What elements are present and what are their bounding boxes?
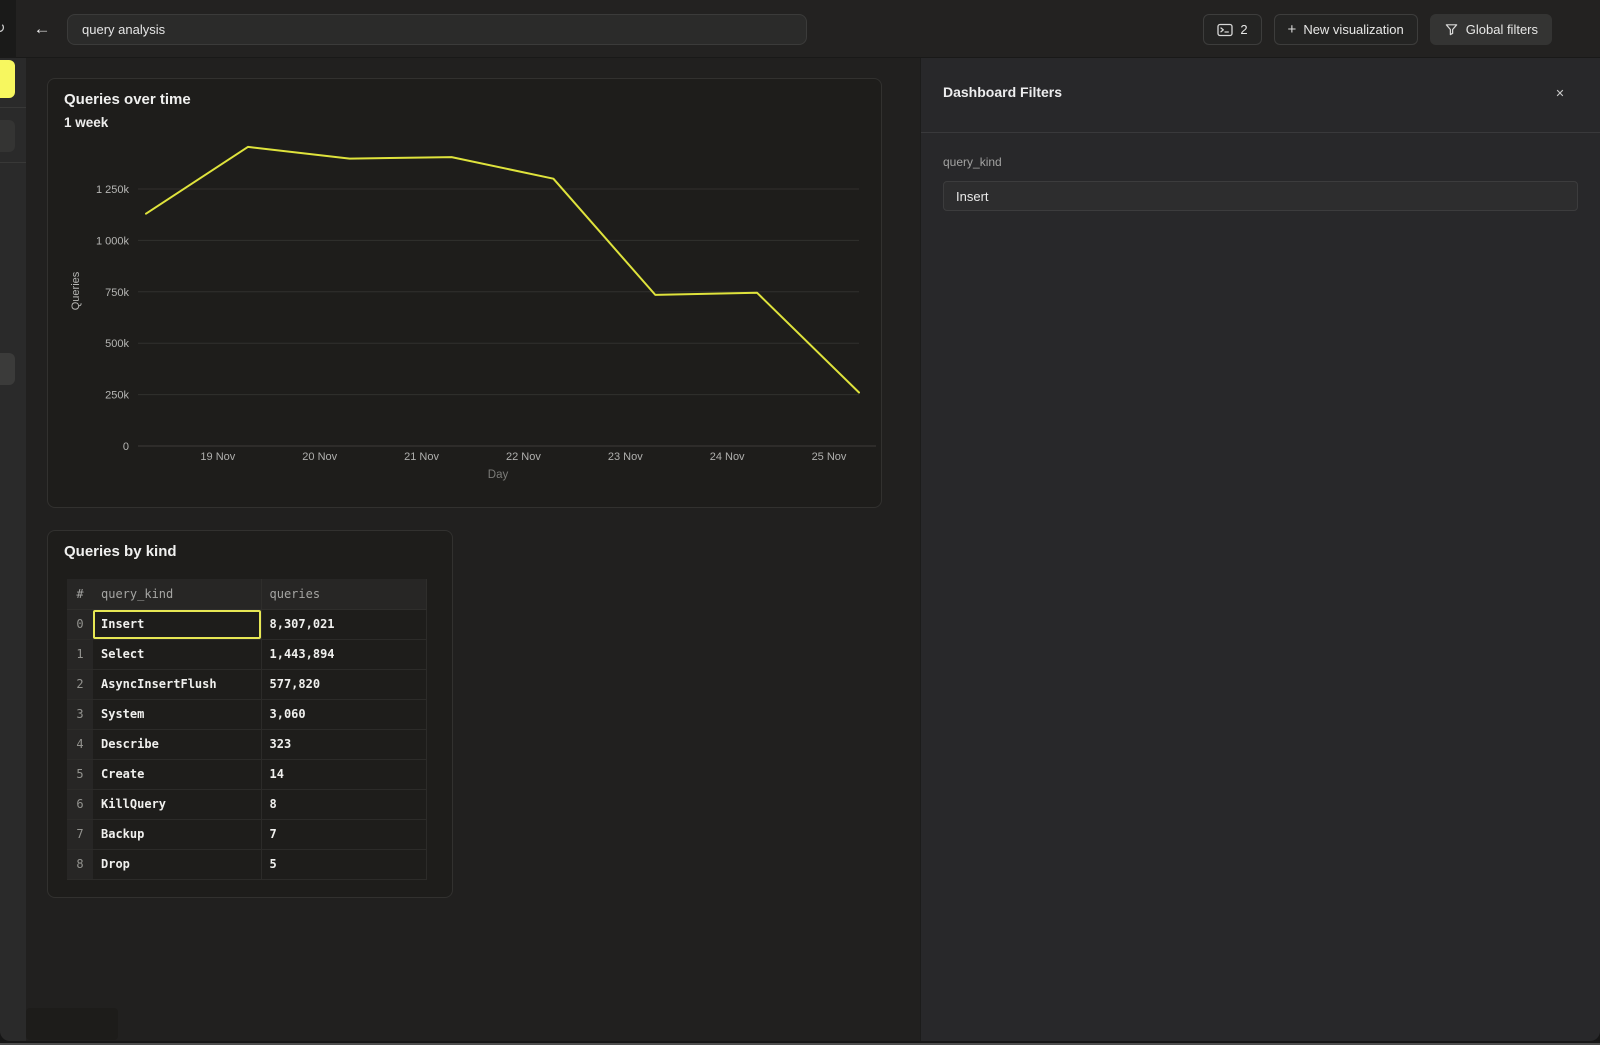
- x-tick-label: 24 Nov: [710, 451, 745, 463]
- query-kind-filter-input[interactable]: [943, 181, 1578, 211]
- query-kind-cell[interactable]: Create: [93, 759, 261, 789]
- table-title: Queries by kind: [64, 543, 177, 560]
- query-kind-cell[interactable]: Select: [93, 639, 261, 669]
- x-tick-label: 21 Nov: [404, 451, 439, 463]
- table-row: 5Create14: [67, 759, 426, 789]
- sidebar-item-3[interactable]: [0, 353, 15, 385]
- y-axis-label: Queries: [70, 271, 82, 310]
- x-tick-label: 20 Nov: [302, 451, 337, 463]
- sidebar-divider: [0, 162, 26, 163]
- top-bar: ↻ ← 2 + New visualization Global filters: [0, 0, 1600, 58]
- query-kind-cell[interactable]: Drop: [93, 849, 261, 879]
- column-header-query-kind: query_kind: [93, 579, 261, 609]
- x-tick-label: 23 Nov: [608, 451, 643, 463]
- row-index-cell: 3: [67, 699, 93, 729]
- column-header-queries: queries: [261, 579, 426, 609]
- queries-count-cell: 8: [261, 789, 426, 819]
- table-row: 6KillQuery8: [67, 789, 426, 819]
- sidebar-item-active[interactable]: [0, 60, 15, 98]
- global-filters-button[interactable]: Global filters: [1430, 14, 1552, 45]
- column-header-index: #: [67, 579, 93, 609]
- console-count-badge: 2: [1240, 22, 1247, 37]
- queries-count-cell: 3,060: [261, 699, 426, 729]
- x-tick-label: 25 Nov: [812, 451, 847, 463]
- queries-count-cell: 323: [261, 729, 426, 759]
- table-row: 4Describe323: [67, 729, 426, 759]
- row-index-cell: 8: [67, 849, 93, 879]
- query-kind-cell[interactable]: Backup: [93, 819, 261, 849]
- query-kind-cell[interactable]: Describe: [93, 729, 261, 759]
- new-visualization-label: New visualization: [1303, 22, 1403, 37]
- queries-series-line: [146, 147, 859, 393]
- row-index-cell: 7: [67, 819, 93, 849]
- global-filters-label: Global filters: [1466, 22, 1538, 37]
- table-row: 2AsyncInsertFlush577,820: [67, 669, 426, 699]
- queries-count-cell: 577,820: [261, 669, 426, 699]
- bottom-left-partial-panel: [26, 1008, 118, 1040]
- console-icon: [1217, 23, 1233, 37]
- funnel-icon: [1444, 22, 1459, 37]
- queries-count-cell: 1,443,894: [261, 639, 426, 669]
- row-index-cell: 5: [67, 759, 93, 789]
- queries-count-cell: 14: [261, 759, 426, 789]
- y-tick-label: 750k: [105, 287, 129, 299]
- left-notch: ↻: [0, 0, 16, 58]
- table-row: 0Insert8,307,021: [67, 609, 426, 639]
- new-visualization-button[interactable]: + New visualization: [1274, 14, 1418, 45]
- sidebar-divider: [0, 107, 26, 108]
- queries-line-chart: 0 250k 500k 750k 1 000k 1 250k 19 Nov 20 Nov 21 …: [48, 79, 881, 507]
- dashboard-title-input[interactable]: [67, 14, 807, 45]
- left-sidebar-strip: [0, 58, 26, 1041]
- y-tick-label: 500k: [105, 338, 129, 350]
- y-tick-label: 250k: [105, 390, 129, 402]
- filters-panel-title: Dashboard Filters: [943, 84, 1062, 100]
- dashboard-filters-panel: Dashboard Filters ✕ query_kind: [920, 58, 1600, 1041]
- panel-divider: [921, 132, 1600, 133]
- row-index-cell: 6: [67, 789, 93, 819]
- x-tick-label: 22 Nov: [506, 451, 541, 463]
- row-index-cell: 1: [67, 639, 93, 669]
- table-row: 8Drop5: [67, 849, 426, 879]
- queries-over-time-card: Queries over time 1 week 0250k500k750k1 …: [47, 78, 882, 508]
- row-index-cell: 0: [67, 609, 93, 639]
- x-axis-label: Day: [488, 469, 509, 481]
- filter-field-label: query_kind: [943, 155, 1002, 169]
- table-row: 1Select1,443,894: [67, 639, 426, 669]
- y-tick-label: 0: [123, 441, 129, 453]
- refresh-icon[interactable]: ↻: [0, 19, 6, 37]
- queries-count-cell: 5: [261, 849, 426, 879]
- query-kind-cell[interactable]: System: [93, 699, 261, 729]
- table-row: 3System3,060: [67, 699, 426, 729]
- sidebar-item-2[interactable]: [0, 120, 15, 152]
- table-header: # query_kind queries: [67, 579, 426, 609]
- queries-by-kind-table: # query_kind queries 0Insert8,307,0211Se…: [67, 579, 427, 880]
- topbar-actions: 2 + New visualization Global filters: [1203, 14, 1552, 45]
- back-button[interactable]: ←: [30, 17, 54, 41]
- queries-count-cell: 8,307,021: [261, 609, 426, 639]
- app-window: ↻ ← 2 + New visualization Global filters: [0, 0, 1600, 1041]
- queries-by-kind-card: Queries by kind # query_kind queries 0In…: [47, 530, 453, 898]
- query-kind-cell[interactable]: KillQuery: [93, 789, 261, 819]
- y-tick-label: 1 000k: [96, 235, 130, 247]
- query-kind-cell[interactable]: Insert: [93, 609, 261, 639]
- table-row: 7Backup7: [67, 819, 426, 849]
- sql-console-button[interactable]: 2: [1203, 14, 1261, 45]
- x-tick-label: 19 Nov: [200, 451, 235, 463]
- dashboard-area: Queries over time 1 week 0250k500k750k1 …: [26, 58, 920, 1041]
- query-kind-cell[interactable]: AsyncInsertFlush: [93, 669, 261, 699]
- y-tick-label: 1 250k: [96, 184, 130, 196]
- row-index-cell: 4: [67, 729, 93, 759]
- queries-count-cell: 7: [261, 819, 426, 849]
- plus-icon: +: [1288, 22, 1297, 37]
- close-icon[interactable]: ✕: [1550, 84, 1570, 104]
- row-index-cell: 2: [67, 669, 93, 699]
